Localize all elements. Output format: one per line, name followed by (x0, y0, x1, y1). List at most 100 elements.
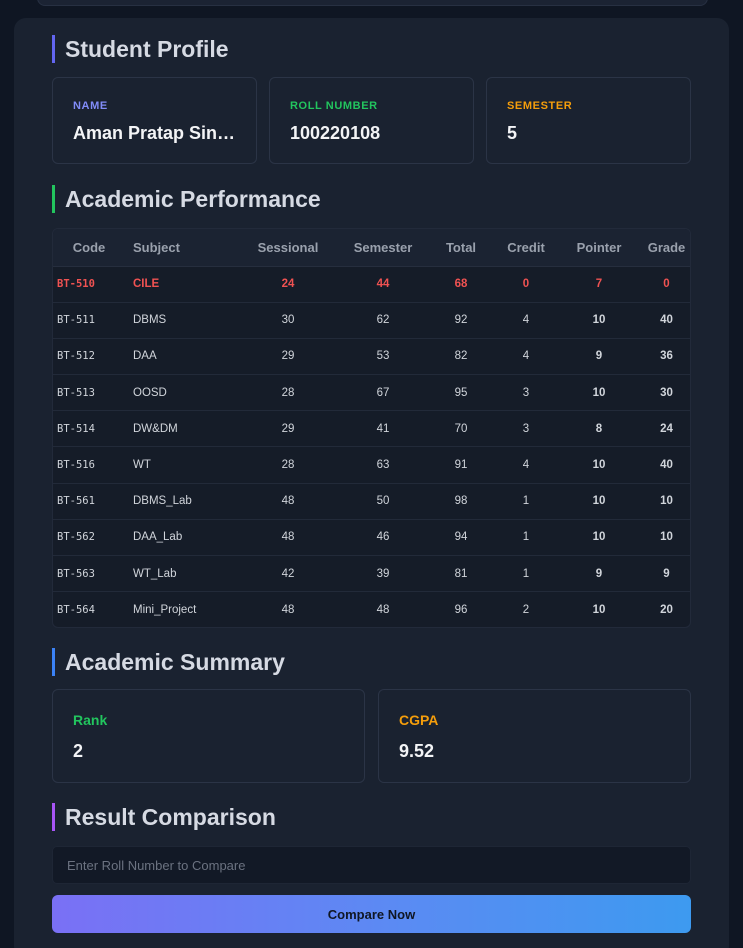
name-label: NAME (73, 100, 108, 112)
subject-code: BT-510 (53, 266, 125, 303)
sessional-marks: 28 (237, 446, 339, 484)
table-row: BT-563 WT_Lab 42 39 81 1 9 9 (53, 555, 690, 593)
col-header-pointer: Pointer (557, 229, 641, 267)
rank-label: Rank (73, 712, 108, 728)
top-card-edge (37, 0, 708, 6)
pointer: 10 (557, 519, 641, 557)
subject-name: DAA (125, 338, 237, 376)
col-header-sessional: Sessional (237, 229, 339, 267)
grade: 10 (641, 519, 690, 557)
credit: 4 (495, 302, 557, 339)
semester-marks: 48 (376, 604, 390, 617)
academic-summary-title: Academic Summary (52, 648, 285, 676)
sessional-marks: 42 (237, 555, 339, 593)
table-row: BT-561 DBMS_Lab 48 50 98 1 10 10 (53, 483, 690, 520)
table-row: BT-512 DAA 29 53 82 4 9 36 (53, 338, 690, 376)
semester-card: SEMESTER 5 (486, 77, 691, 164)
subject-code: BT-511 (53, 302, 125, 339)
sessional-marks: 48 (237, 483, 339, 520)
cgpa-card: CGPA 9.52 (378, 689, 691, 783)
grade: 30 (641, 374, 690, 412)
table-row: BT-514 DW&DM 29 41 70 3 8 24 (53, 410, 690, 448)
table-row: BT-511 DBMS 30 62 92 4 10 40 (53, 302, 690, 339)
table-row: BT-564 Mini_Project 48 48 96 2 10 20 (53, 592, 690, 627)
col-header-subject: Subject (125, 229, 237, 267)
pointer: 8 (557, 410, 641, 448)
credit: 2 (522, 604, 530, 617)
subject-name: Mini_Project (133, 604, 197, 617)
roll-number-compare-input[interactable] (52, 846, 691, 884)
credit: 4 (495, 446, 557, 484)
credit: 1 (495, 519, 557, 557)
total-marks: 68 (427, 266, 495, 303)
roll-number-card: ROLL NUMBER 100220108 (269, 77, 474, 164)
total-marks: 98 (427, 483, 495, 520)
total-marks: 81 (427, 555, 495, 593)
total-marks: 92 (427, 302, 495, 339)
credit: 4 (495, 338, 557, 376)
grade: 9 (641, 555, 690, 593)
credit: 0 (495, 266, 557, 303)
subject-name: WT (125, 446, 237, 484)
sessional-marks: 28 (237, 374, 339, 412)
grade: 0 (641, 266, 690, 303)
subject-code: BT-562 (53, 519, 125, 557)
semester-marks: 62 (339, 302, 427, 339)
subject-code: BT-514 (53, 410, 125, 448)
compare-now-button[interactable]: Compare Now (52, 895, 691, 933)
rank-value: 2 (73, 741, 84, 761)
total-marks: 91 (427, 446, 495, 484)
subject-name: CILE (125, 266, 237, 303)
subject-code: BT-563 (53, 555, 125, 593)
semester-marks: 50 (339, 483, 427, 520)
subject-name: DAA_Lab (125, 519, 237, 557)
subject-name: OOSD (125, 374, 237, 412)
grade: 40 (641, 302, 690, 339)
table-row: BT-513 OOSD 28 67 95 3 10 30 (53, 374, 690, 412)
sessional-marks: 29 (237, 410, 339, 448)
credit: 1 (495, 483, 557, 520)
total-marks: 96 (454, 604, 468, 617)
cgpa-value: 9.52 (399, 741, 435, 761)
col-header-code: Code (53, 229, 125, 267)
credit: 1 (495, 555, 557, 593)
sessional-marks: 29 (237, 338, 339, 376)
pointer: 7 (557, 266, 641, 303)
sessional-marks: 48 (237, 519, 339, 557)
semester-marks: 39 (339, 555, 427, 593)
col-header-total: Total (427, 229, 495, 267)
sessional-marks: 48 (281, 604, 295, 617)
pointer: 10 (592, 604, 606, 617)
subject-code: BT-564 (57, 604, 95, 617)
credit: 3 (495, 410, 557, 448)
grade: 36 (641, 338, 690, 376)
pointer: 10 (557, 483, 641, 520)
subject-code: BT-561 (53, 483, 125, 520)
grade: 10 (641, 483, 690, 520)
grade: 20 (660, 604, 673, 617)
name-card: NAME Aman Pratap Sin… (52, 77, 257, 164)
subject-name: DBMS (125, 302, 237, 339)
semester-marks: 67 (339, 374, 427, 412)
table-row: BT-562 DAA_Lab 48 46 94 1 10 10 (53, 519, 690, 557)
credit: 3 (495, 374, 557, 412)
subject-code: BT-516 (53, 446, 125, 484)
semester-value: 5 (507, 123, 518, 143)
pointer: 10 (557, 374, 641, 412)
semester-marks: 44 (339, 266, 427, 303)
grade: 40 (641, 446, 690, 484)
student-profile-title: Student Profile (52, 35, 229, 63)
roll-number-value: 100220108 (290, 123, 381, 143)
semester-marks: 41 (339, 410, 427, 448)
pointer: 9 (557, 555, 641, 593)
semester-marks: 63 (339, 446, 427, 484)
table-row: BT-510 CILE 24 44 68 0 7 0 (53, 266, 690, 303)
semester-label: SEMESTER (507, 100, 573, 112)
grade: 24 (641, 410, 690, 448)
subject-name: DBMS_Lab (125, 483, 237, 520)
col-header-semester: Semester (339, 229, 427, 267)
table-header-row: Code Subject Sessional Semester Total Cr… (53, 229, 690, 267)
subject-code: BT-512 (53, 338, 125, 376)
rank-card: Rank 2 (52, 689, 365, 783)
total-marks: 94 (427, 519, 495, 557)
